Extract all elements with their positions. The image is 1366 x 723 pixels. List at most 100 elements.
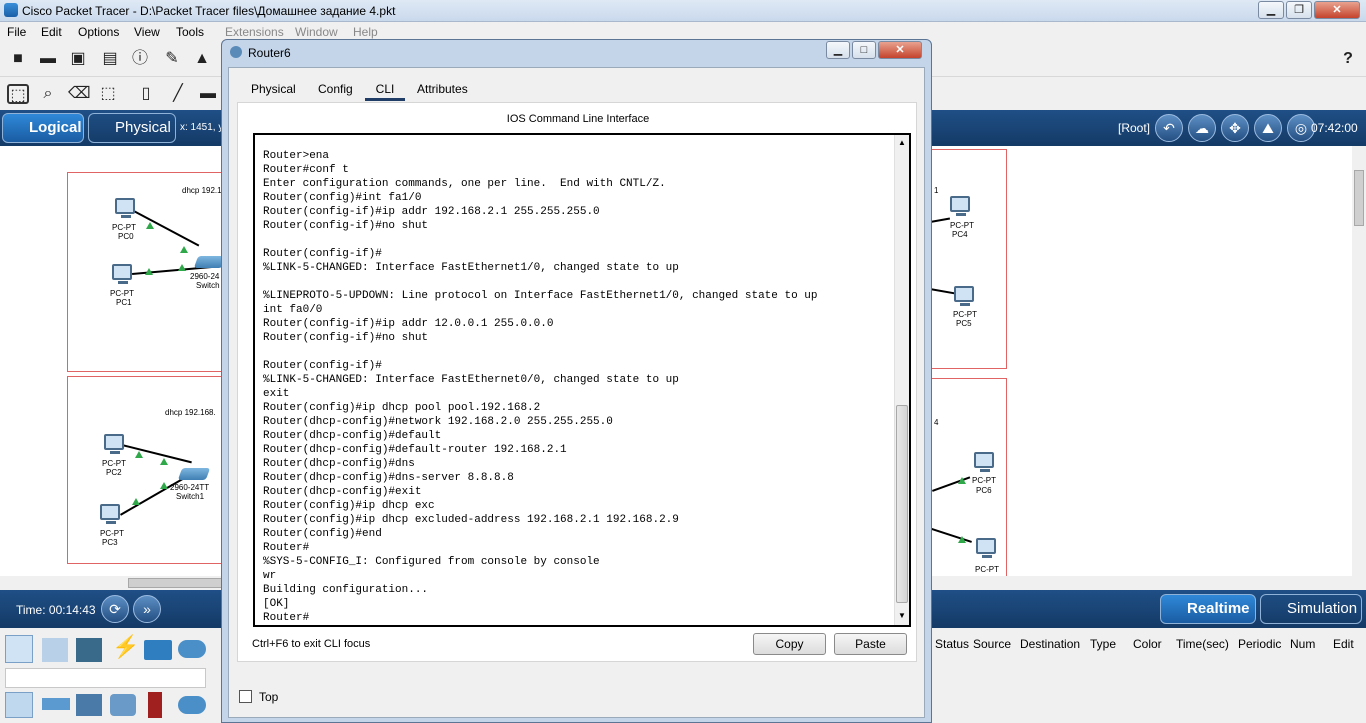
- components-icon[interactable]: [76, 638, 102, 662]
- set-background-icon[interactable]: ⛰: [1254, 114, 1282, 142]
- info-icon[interactable]: ⓘ: [130, 49, 150, 69]
- pc4-icon[interactable]: [950, 196, 970, 216]
- clock: 07:42:00: [1311, 121, 1358, 135]
- inspect-icon[interactable]: ⌕: [38, 84, 58, 104]
- pc0-label: PC0: [118, 232, 134, 241]
- pdu-header-num[interactable]: Num: [1290, 637, 1315, 651]
- tab-config[interactable]: Config: [318, 82, 353, 96]
- activity-wizard-icon[interactable]: ✎: [162, 49, 182, 69]
- select-icon[interactable]: ⬚: [7, 84, 29, 104]
- multiuser-icon[interactable]: [178, 640, 206, 658]
- pc5-icon[interactable]: [954, 286, 974, 306]
- open-folder-icon[interactable]: ▬: [38, 49, 58, 69]
- new-cluster-icon[interactable]: ☁: [1188, 114, 1216, 142]
- pdu-header-edit[interactable]: Edit: [1333, 637, 1354, 651]
- menu-extensions[interactable]: Extensions: [225, 25, 284, 39]
- switch1-icon[interactable]: [177, 468, 211, 480]
- connections-icon[interactable]: ⚡: [112, 634, 139, 660]
- scroll-up-icon[interactable]: ▲: [898, 138, 906, 147]
- cli-scrollbar-thumb[interactable]: [896, 405, 908, 603]
- router-model-icon[interactable]: [5, 692, 33, 718]
- security-model-icon[interactable]: [148, 692, 162, 718]
- pdu-header-status[interactable]: Status: [935, 637, 969, 651]
- tab-physical[interactable]: Physical: [88, 113, 176, 143]
- save-icon[interactable]: ▣: [68, 49, 88, 69]
- pc6-icon[interactable]: [974, 452, 994, 472]
- pc2-label: PC2: [106, 468, 122, 477]
- pc1-type-label: PC-PT: [110, 289, 134, 298]
- scroll-down-icon[interactable]: ▼: [898, 611, 906, 620]
- menu-file[interactable]: File: [7, 25, 26, 39]
- move-object-icon[interactable]: ✥: [1221, 114, 1249, 142]
- pc4-type-label: PC-PT: [950, 221, 974, 230]
- menu-window[interactable]: Window: [295, 25, 338, 39]
- scrollbar-thumb[interactable]: [1354, 170, 1364, 226]
- paste-button[interactable]: Paste: [834, 633, 907, 655]
- scrollbar-thumb[interactable]: [128, 578, 228, 588]
- delete-icon[interactable]: ⌫: [68, 84, 91, 104]
- switch0-type-label: 2960-24: [190, 272, 220, 281]
- wireless-model-icon[interactable]: [110, 694, 136, 716]
- workspace-vertical-scrollbar[interactable]: [1352, 146, 1366, 576]
- cli-output[interactable]: Router>ena Router#conf t Enter configura…: [263, 149, 883, 625]
- network-info-icon[interactable]: ▲: [192, 49, 212, 69]
- pdu-header-color[interactable]: Color: [1133, 637, 1162, 651]
- end-devices-icon[interactable]: [42, 638, 68, 662]
- network-devices-icon[interactable]: [5, 635, 33, 663]
- pc3-icon[interactable]: [100, 504, 120, 524]
- copy-button[interactable]: Copy: [753, 633, 826, 655]
- pdu-header-source[interactable]: Source: [973, 637, 1011, 651]
- pc0-icon[interactable]: [115, 198, 135, 218]
- router-minimize-button[interactable]: ▁: [826, 41, 850, 59]
- resize-shape-icon[interactable]: ⬚: [98, 84, 118, 104]
- draw-line-icon[interactable]: ╱: [168, 84, 188, 104]
- pdu-header-type[interactable]: Type: [1090, 637, 1116, 651]
- pc6-label: PC6: [976, 486, 992, 495]
- print-icon[interactable]: ▤: [100, 49, 120, 69]
- tab-physical-device[interactable]: Physical: [251, 82, 296, 96]
- router-window-title-bar[interactable]: Router6 ▁ □ ✕: [222, 40, 931, 66]
- wan-emulation-icon[interactable]: [178, 696, 206, 714]
- right-note-fragment-top: 1: [934, 186, 939, 195]
- power-cycle-icon[interactable]: ⟳: [101, 595, 129, 623]
- tab-physical-label: Physical: [115, 119, 171, 136]
- draw-rectangle-icon[interactable]: ▬: [198, 84, 218, 104]
- router-window-title: Router6: [248, 46, 291, 60]
- realtime-label: Realtime: [1187, 600, 1250, 617]
- pc2-icon[interactable]: [104, 434, 124, 454]
- menu-view[interactable]: View: [134, 25, 160, 39]
- cli-scrollbar[interactable]: ▲ ▼: [894, 135, 909, 625]
- switch-model-icon[interactable]: [42, 698, 70, 710]
- maximize-button[interactable]: ❐: [1286, 1, 1312, 19]
- misc-icon[interactable]: [144, 640, 172, 660]
- pc2-type-label: PC-PT: [102, 459, 126, 468]
- menu-help[interactable]: Help: [353, 25, 378, 39]
- menu-tools[interactable]: Tools: [176, 25, 204, 39]
- hub-model-icon[interactable]: [76, 694, 102, 716]
- pdu-header-destination[interactable]: Destination: [1020, 637, 1080, 651]
- pc7-icon[interactable]: [976, 538, 996, 558]
- menu-edit[interactable]: Edit: [41, 25, 62, 39]
- pc7-type-label: PC-PT: [975, 565, 999, 574]
- pc1-icon[interactable]: [112, 264, 132, 284]
- place-note-icon[interactable]: ▯: [136, 84, 156, 104]
- simulation-mode-button[interactable]: Simulation: [1260, 594, 1362, 624]
- fast-forward-icon[interactable]: »: [133, 595, 161, 623]
- router-maximize-button[interactable]: □: [852, 41, 876, 59]
- back-icon[interactable]: ↶: [1155, 114, 1183, 142]
- realtime-mode-button[interactable]: Realtime: [1160, 594, 1256, 624]
- minimize-button[interactable]: ▁: [1258, 1, 1284, 19]
- tab-cli[interactable]: CLI: [365, 82, 405, 101]
- help-icon[interactable]: ?: [1338, 49, 1358, 69]
- top-checkbox[interactable]: [239, 690, 252, 703]
- router-close-button[interactable]: ✕: [878, 41, 922, 59]
- pdu-header-periodic[interactable]: Periodic: [1238, 637, 1281, 651]
- link-status-up-icon: [132, 498, 140, 505]
- new-file-icon[interactable]: ■: [8, 49, 28, 69]
- cli-console[interactable]: Router>ena Router#conf t Enter configura…: [253, 133, 911, 627]
- tab-logical[interactable]: Logical: [2, 113, 84, 143]
- close-button[interactable]: ✕: [1314, 1, 1360, 19]
- tab-attributes[interactable]: Attributes: [417, 82, 468, 96]
- menu-options[interactable]: Options: [78, 25, 119, 39]
- pdu-header-time[interactable]: Time(sec): [1176, 637, 1229, 651]
